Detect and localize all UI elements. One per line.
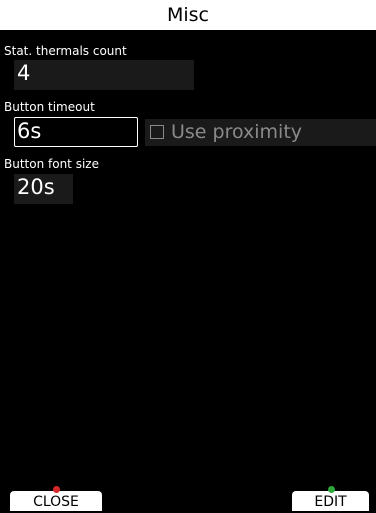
thermals-count-label: Stat. thermals count: [4, 44, 127, 58]
edit-button[interactable]: EDIT: [292, 486, 369, 511]
close-indicator-icon: [53, 486, 60, 493]
thermals-count-field[interactable]: 4: [14, 60, 194, 90]
edit-button-label: EDIT: [314, 494, 347, 510]
use-proximity-checkbox[interactable]: Use proximity: [145, 119, 376, 146]
button-font-size-label: Button font size: [4, 157, 99, 171]
button-font-size-field[interactable]: 20s: [14, 174, 73, 204]
checkbox-unchecked-icon: [150, 125, 164, 139]
close-button-label: CLOSE: [33, 494, 79, 510]
use-proximity-label: Use proximity: [171, 121, 303, 143]
button-timeout-label: Button timeout: [4, 100, 95, 114]
close-button[interactable]: CLOSE: [10, 486, 102, 511]
window-title: Misc: [166, 4, 210, 26]
edit-indicator-icon: [327, 486, 335, 493]
button-timeout-field[interactable]: 6s: [14, 117, 138, 147]
title-bar: Misc: [0, 0, 376, 32]
